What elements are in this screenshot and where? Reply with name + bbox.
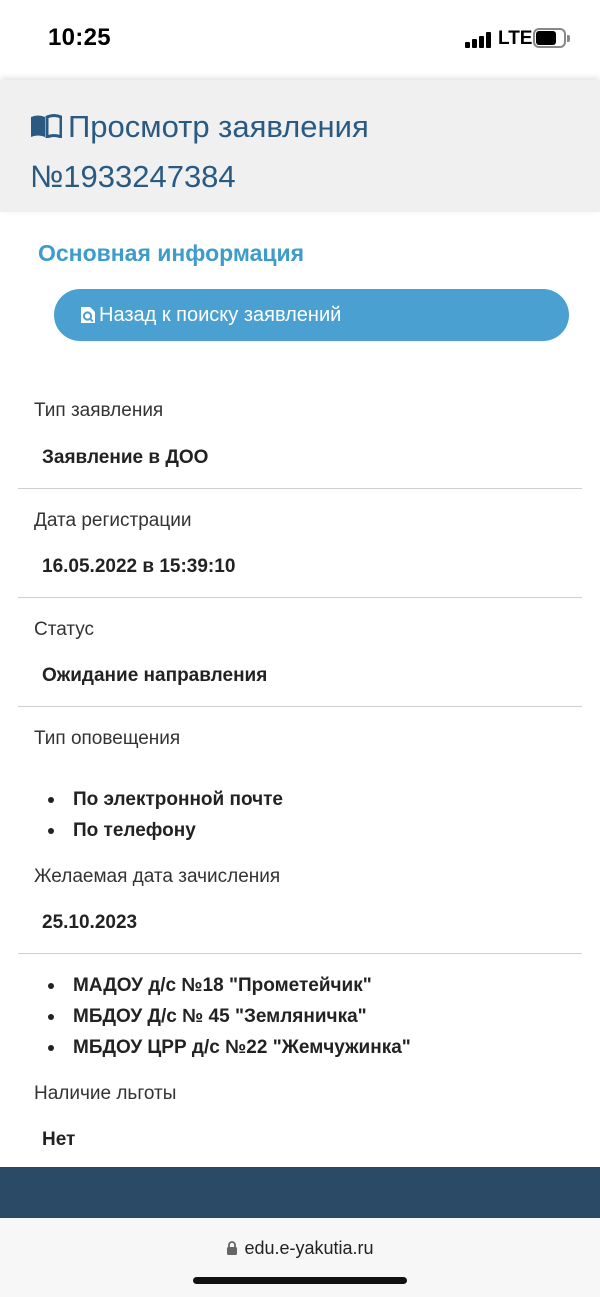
divider [18, 597, 582, 598]
field-label-type: Тип заявления [34, 400, 164, 421]
status-bar: 10:25 LTE [0, 0, 600, 80]
page-title: Просмотр заявления №1933247384 [30, 102, 570, 202]
back-button-label: Назад к поиску заявлений [99, 303, 342, 326]
field-value-benefit: Нет [42, 1129, 76, 1150]
list-item: По телефону [48, 815, 283, 846]
list-item: МАДОУ д/с №18 "Прометейчик" [48, 970, 411, 1001]
field-value-type: Заявление в ДОО [42, 447, 209, 468]
field-label-benefit: Наличие льготы [34, 1083, 177, 1104]
search-document-icon [81, 307, 95, 323]
notification-type-list: По электронной почте По телефону [48, 784, 283, 846]
field-label-desired-date: Желаемая дата зачисления [34, 866, 281, 887]
page-footer [0, 1167, 600, 1218]
field-value-status: Ожидание направления [42, 665, 268, 686]
status-time: 10:25 [48, 24, 111, 51]
page-title-text: Просмотр заявления [68, 109, 369, 144]
divider [18, 953, 582, 954]
battery-icon [533, 28, 570, 48]
list-item: По электронной почте [48, 784, 283, 815]
field-label-status: Статус [34, 619, 95, 640]
field-label-registration-date: Дата регистрации [34, 510, 192, 531]
page-header: Просмотр заявления №1933247384 [0, 80, 600, 212]
url-field[interactable]: edu.e-yakutia.ru [0, 1238, 600, 1259]
field-label-notification-type: Тип оповещения [34, 728, 181, 749]
field-value-desired-date: 25.10.2023 [42, 912, 138, 933]
divider [18, 488, 582, 489]
field-value-registration-date: 16.05.2022 в 15:39:10 [42, 556, 236, 577]
application-number: №1933247384 [30, 159, 236, 194]
browser-address-bar: edu.e-yakutia.ru [0, 1218, 600, 1297]
home-indicator[interactable] [193, 1277, 407, 1284]
back-to-search-button[interactable]: Назад к поиску заявлений [54, 289, 569, 341]
list-item: МБДОУ Д/с № 45 "Земляничка" [48, 1001, 411, 1032]
url-text: edu.e-yakutia.ru [244, 1238, 374, 1258]
list-item: МБДОУ ЦРР д/с №22 "Жемчужинка" [48, 1032, 411, 1063]
book-open-icon [31, 114, 62, 138]
lock-icon [227, 1241, 238, 1255]
signal-icon [465, 32, 491, 48]
institutions-list: МАДОУ д/с №18 "Прометейчик" МБДОУ Д/с № … [48, 970, 411, 1063]
network-type: LTE [498, 28, 533, 49]
section-title: Основная информация [38, 240, 305, 266]
divider [18, 706, 582, 707]
